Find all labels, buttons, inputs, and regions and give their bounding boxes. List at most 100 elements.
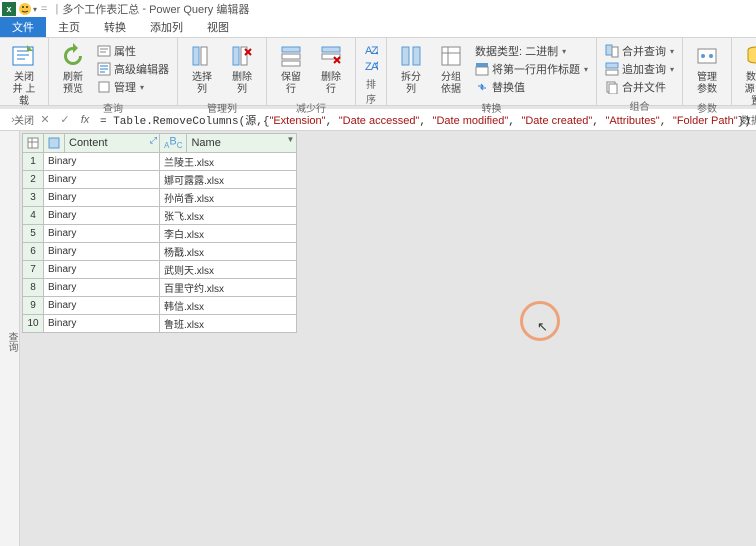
manage-params-button[interactable]: 管理 参数 xyxy=(689,40,725,98)
use-header-button[interactable]: 将第一行用作标题▾ xyxy=(473,60,590,78)
col-type-content[interactable] xyxy=(44,134,65,153)
append-icon xyxy=(605,62,619,76)
table-row[interactable]: 6 Binary 杨戬.xlsx xyxy=(23,242,297,260)
datasource-settings-button[interactable]: 数据源 设置 xyxy=(738,40,756,110)
cell-name[interactable]: 鲁班.xlsx xyxy=(160,314,297,332)
tab-addcolumn[interactable]: 添加列 xyxy=(138,17,195,37)
queries-sidebar-collapsed[interactable]: 查询 xyxy=(0,131,20,546)
merge-files-button[interactable]: 合并文件 xyxy=(603,78,676,96)
advanced-editor-button[interactable]: 高级编辑器 xyxy=(95,60,171,78)
cell-name[interactable]: 张飞.xlsx xyxy=(160,206,297,224)
groupby-icon xyxy=(437,42,465,70)
filter-dropdown-icon[interactable]: ▼ xyxy=(287,135,295,144)
sort-asc-icon: AZ xyxy=(364,43,378,57)
tab-file[interactable]: 文件 xyxy=(0,17,46,37)
corner-cell[interactable] xyxy=(23,134,44,153)
expand-queries-button[interactable]: › xyxy=(4,111,22,129)
manage-button[interactable]: 管理▾ xyxy=(95,78,171,96)
separator: = xyxy=(41,3,47,15)
tab-transform[interactable]: 转换 xyxy=(92,17,138,37)
tab-view[interactable]: 视图 xyxy=(195,17,241,37)
row-number[interactable]: 2 xyxy=(23,170,44,188)
remove-rows-button[interactable]: 删除 行 xyxy=(313,40,349,98)
header-icon xyxy=(475,62,489,76)
sort-asc-button[interactable]: AZ xyxy=(362,42,380,58)
datasource-label: 数据源 设置 xyxy=(742,72,756,108)
title-separator: - xyxy=(139,3,149,15)
remove-cols-label: 删除 列 xyxy=(228,72,256,96)
tab-home[interactable]: 主页 xyxy=(46,17,92,37)
remove-columns-button[interactable]: 删除 列 xyxy=(224,40,260,98)
dropdown-icon: ▾ xyxy=(670,65,674,74)
keep-rows-icon xyxy=(277,42,305,70)
table-row[interactable]: 3 Binary 孙尚香.xlsx xyxy=(23,188,297,206)
table-row[interactable]: 2 Binary 娜可露露.xlsx xyxy=(23,170,297,188)
cell-name[interactable]: 李白.xlsx xyxy=(160,224,297,242)
cell-content[interactable]: Binary xyxy=(44,188,160,206)
table-row[interactable]: 7 Binary 武则天.xlsx xyxy=(23,260,297,278)
col-type-name[interactable]: ABC xyxy=(160,134,187,153)
cell-name[interactable]: 杨戬.xlsx xyxy=(160,242,297,260)
cell-content[interactable]: Binary xyxy=(44,296,160,314)
row-number[interactable]: 8 xyxy=(23,278,44,296)
expand-column-icon[interactable]: ⤢ xyxy=(150,135,157,146)
close-load-button[interactable]: 关闭并 上载 xyxy=(6,40,42,110)
keep-rows-button[interactable]: 保留 行 xyxy=(273,40,309,98)
table-row[interactable]: 4 Binary 张飞.xlsx xyxy=(23,206,297,224)
cancel-formula-button[interactable]: ✕ xyxy=(36,111,54,129)
cell-content[interactable]: Binary xyxy=(44,206,160,224)
cell-content[interactable]: Binary xyxy=(44,260,160,278)
table-row[interactable]: 8 Binary 百里守约.xlsx xyxy=(23,278,297,296)
app-title: Power Query 编辑器 xyxy=(149,1,249,17)
accept-formula-button[interactable]: ✓ xyxy=(56,111,74,129)
row-number[interactable]: 7 xyxy=(23,260,44,278)
group-close: 关闭并 上载 关闭 xyxy=(0,38,49,105)
dropdown-icon[interactable]: ▾ xyxy=(33,5,37,14)
cell-content[interactable]: Binary xyxy=(44,242,160,260)
row-number[interactable]: 5 xyxy=(23,224,44,242)
choose-columns-button[interactable]: 选择 列 xyxy=(184,40,220,98)
row-number[interactable]: 6 xyxy=(23,242,44,260)
cell-name[interactable]: 孙尚香.xlsx xyxy=(160,188,297,206)
formula-bar: › ✕ ✓ fx = Table.RemoveColumns(源,{"Exten… xyxy=(0,109,756,131)
cell-name[interactable]: 兰陵王.xlsx xyxy=(160,152,297,170)
split-column-button[interactable]: 拆分 列 xyxy=(393,40,429,98)
replace-button[interactable]: 替换值 xyxy=(473,78,590,96)
col-header-name[interactable]: Name▼ xyxy=(187,134,297,153)
fx-icon[interactable]: fx xyxy=(76,111,94,129)
formula-text[interactable]: = Table.RemoveColumns(源,{"Extension", "D… xyxy=(96,112,752,128)
titlebar: x ▾ = | 多个工作表汇总 - Power Query 编辑器 xyxy=(0,0,756,18)
svg-text:Z: Z xyxy=(371,45,378,56)
table-row[interactable]: 10 Binary 鲁班.xlsx xyxy=(23,314,297,332)
cell-name[interactable]: 武则天.xlsx xyxy=(160,260,297,278)
row-number[interactable]: 1 xyxy=(23,152,44,170)
row-number[interactable]: 4 xyxy=(23,206,44,224)
cell-content[interactable]: Binary xyxy=(44,224,160,242)
cell-content[interactable]: Binary xyxy=(44,152,160,170)
cell-content[interactable]: Binary xyxy=(44,314,160,332)
group-transform: 拆分 列 分组 依据 数据类型: 二进制▾ 将第一行用作标题▾ 替换值 转换 xyxy=(387,38,597,105)
sort-desc-button[interactable]: ZA xyxy=(362,58,380,74)
refresh-label: 刷新 预览 xyxy=(59,72,87,96)
cell-content[interactable]: Binary xyxy=(44,170,160,188)
merge-queries-button[interactable]: 合并查询▾ xyxy=(603,42,676,60)
row-number[interactable]: 10 xyxy=(23,314,44,332)
table-row[interactable]: 1 Binary 兰陵王.xlsx xyxy=(23,152,297,170)
append-queries-button[interactable]: 追加查询▾ xyxy=(603,60,676,78)
row-number[interactable]: 3 xyxy=(23,188,44,206)
cell-name[interactable]: 娜可露露.xlsx xyxy=(160,170,297,188)
ribbon: 关闭并 上载 关闭 刷新 预览 属性 高级编辑器 管理▾ 查询 选择 列 xyxy=(0,38,756,106)
datatype-button[interactable]: 数据类型: 二进制▾ xyxy=(473,42,590,60)
group-sort: AZ ZA 排序 xyxy=(356,38,387,105)
groupby-button[interactable]: 分组 依据 xyxy=(433,40,469,98)
row-number[interactable]: 9 xyxy=(23,296,44,314)
table-row[interactable]: 9 Binary 韩信.xlsx xyxy=(23,296,297,314)
cell-name[interactable]: 百里守约.xlsx xyxy=(160,278,297,296)
manage-icon xyxy=(97,80,111,94)
table-row[interactable]: 5 Binary 李白.xlsx xyxy=(23,224,297,242)
col-header-content[interactable]: Content⤢ xyxy=(65,134,160,153)
properties-button[interactable]: 属性 xyxy=(95,42,171,60)
cell-name[interactable]: 韩信.xlsx xyxy=(160,296,297,314)
cell-content[interactable]: Binary xyxy=(44,278,160,296)
refresh-button[interactable]: 刷新 预览 xyxy=(55,40,91,98)
